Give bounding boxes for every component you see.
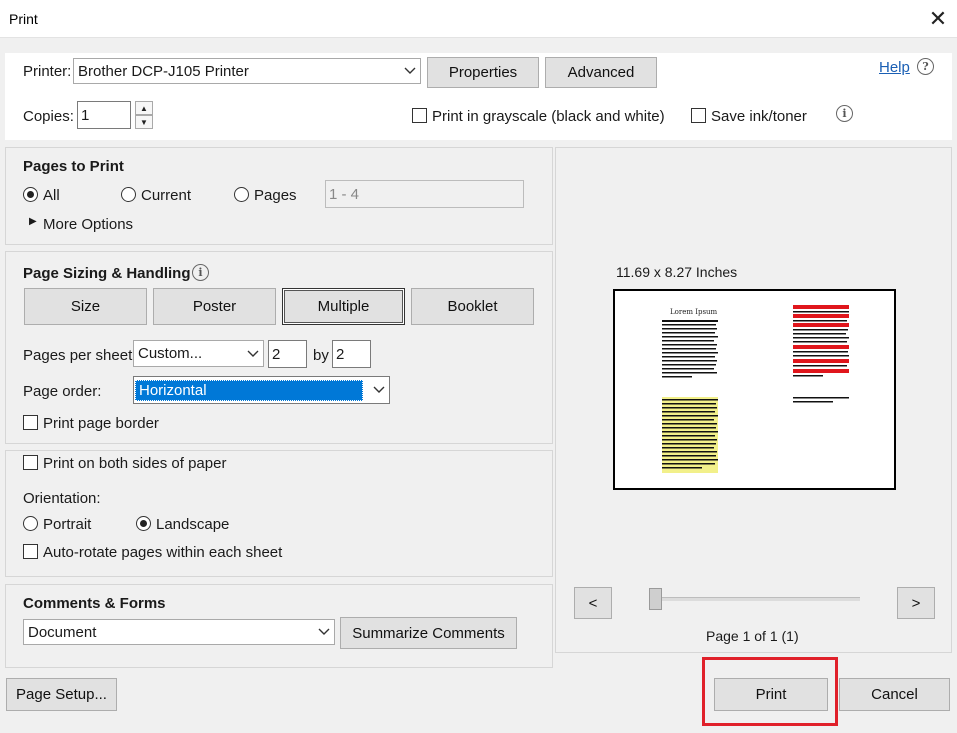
size-button[interactable]: Size — [24, 288, 147, 325]
grayscale-label: Print in grayscale (black and white) — [432, 108, 665, 125]
page-range-label: Pages — [254, 187, 297, 204]
properties-button[interactable]: Properties — [427, 57, 539, 88]
advanced-button[interactable]: Advanced — [545, 57, 657, 88]
printer-value: Brother DCP-J105 Printer — [78, 62, 249, 80]
both-sides-label: Print on both sides of paper — [43, 455, 227, 472]
multiple-button[interactable]: Multiple — [282, 288, 405, 325]
page-range-input[interactable]: 1 - 4 — [325, 180, 524, 208]
page-range-radio[interactable] — [234, 187, 249, 202]
copies-increment-button[interactable]: ▲ — [135, 101, 153, 115]
title-bar: Print ✕ — [0, 0, 957, 38]
booklet-button[interactable]: Booklet — [411, 288, 534, 325]
print-border-checkbox[interactable] — [23, 415, 38, 430]
print-preview-page: Lorem Ipsum — [613, 289, 896, 490]
thumb-text-block-4 — [793, 397, 849, 403]
portrait-label: Portrait — [43, 516, 92, 533]
pages-to-print-title: Pages to Print — [23, 158, 124, 175]
summarize-comments-button[interactable]: Summarize Comments — [340, 617, 517, 649]
printer-select[interactable]: Brother DCP-J105 Printer — [73, 58, 421, 84]
columns-input[interactable]: 2 — [268, 340, 307, 368]
rows-input[interactable]: 2 — [332, 340, 371, 368]
thumb-text-block-3 — [662, 397, 718, 473]
grayscale-checkbox[interactable] — [412, 108, 427, 123]
preview-thumbnails: Lorem Ipsum — [662, 305, 849, 473]
info-icon[interactable]: i — [836, 105, 853, 122]
help-link[interactable]: Help — [879, 59, 910, 76]
by-label: by — [313, 347, 329, 364]
page-sizing-title: Page Sizing & Handling — [23, 265, 191, 282]
portrait-radio[interactable] — [23, 516, 38, 531]
info-icon[interactable]: i — [192, 264, 209, 281]
print-border-label: Print page border — [43, 415, 159, 432]
cancel-button[interactable]: Cancel — [839, 678, 950, 711]
page-order-select[interactable]: Horizontal — [133, 376, 390, 404]
current-page-label: Current — [141, 187, 192, 204]
comments-forms-value: Document — [28, 623, 97, 641]
auto-rotate-checkbox[interactable] — [23, 544, 38, 559]
page-order-label: Page order: — [23, 383, 102, 400]
comments-forms-title: Comments & Forms — [23, 595, 166, 612]
poster-button[interactable]: Poster — [153, 288, 276, 325]
pages-per-sheet-label: Pages per sheet: — [23, 347, 137, 364]
copies-decrement-button[interactable]: ▼ — [135, 115, 153, 129]
chevron-down-icon — [400, 59, 420, 83]
pages-per-sheet-select[interactable]: Custom... — [133, 340, 264, 367]
chevron-down-icon — [369, 377, 389, 403]
pages-per-sheet-value: Custom... — [138, 345, 203, 362]
save-ink-label: Save ink/toner — [711, 108, 807, 125]
page-setup-button[interactable]: Page Setup... — [6, 678, 117, 711]
printer-label: Printer: — [23, 63, 72, 80]
landscape-label: Landscape — [156, 516, 230, 533]
comments-forms-select[interactable]: Document — [23, 619, 335, 645]
chevron-down-icon — [243, 341, 263, 366]
paper-size-text: 11.69 x 8.27 Inches — [616, 264, 738, 280]
next-page-button[interactable]: > — [897, 587, 935, 619]
print-button[interactable]: Print — [714, 678, 828, 711]
expand-triangle-icon[interactable]: ▶ — [29, 216, 37, 227]
previous-page-button[interactable]: < — [574, 587, 612, 619]
auto-rotate-label: Auto-rotate pages within each sheet — [43, 544, 283, 561]
all-pages-radio[interactable] — [23, 187, 38, 202]
page-order-value: Horizontal — [135, 379, 363, 401]
thumb-title: Lorem Ipsum — [670, 308, 718, 316]
all-pages-label: All — [43, 187, 60, 204]
page-slider-thumb[interactable] — [649, 588, 662, 610]
thumb-text-block-2 — [793, 305, 849, 377]
window-title: Print — [9, 11, 38, 27]
close-icon[interactable]: ✕ — [926, 7, 950, 31]
copies-label: Copies: — [23, 108, 74, 125]
help-icon[interactable]: ? — [917, 58, 934, 75]
both-sides-checkbox[interactable] — [23, 455, 38, 470]
current-page-radio[interactable] — [121, 187, 136, 202]
save-ink-checkbox[interactable] — [691, 108, 706, 123]
page-counter: Page 1 of 1 (1) — [706, 628, 799, 644]
thumb-text-block-1 — [662, 320, 718, 378]
landscape-radio[interactable] — [136, 516, 151, 531]
orientation-label: Orientation: — [23, 490, 101, 507]
page-slider-track[interactable] — [650, 597, 860, 601]
more-options-toggle[interactable]: More Options — [43, 216, 133, 233]
copies-input[interactable]: 1 — [77, 101, 131, 129]
chevron-down-icon — [314, 620, 334, 644]
